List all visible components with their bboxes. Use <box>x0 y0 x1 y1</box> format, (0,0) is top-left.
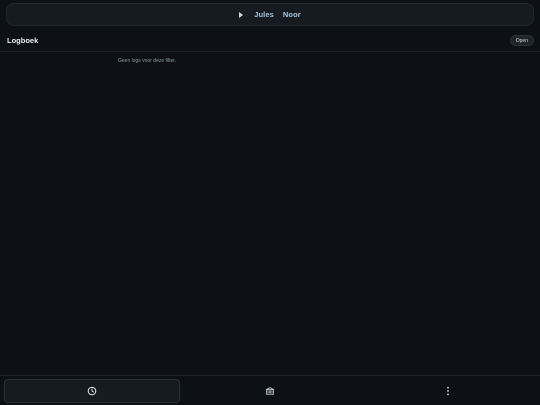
tab-history[interactable] <box>4 379 180 403</box>
play-icon <box>239 11 244 18</box>
app-window: Jules Noor Logboek Open Geen logs voor d… <box>0 0 540 405</box>
player-name-1: Jules <box>254 10 274 19</box>
page-title: Logboek <box>7 36 39 45</box>
tab-bank[interactable] <box>182 379 358 403</box>
open-button[interactable]: Open <box>509 35 534 46</box>
empty-log-message: Geen logs voor deze filter. <box>118 58 177 64</box>
player-name-2: Noor <box>282 10 301 19</box>
tab-more[interactable] <box>360 379 536 403</box>
logbook-header: Logboek Open <box>0 30 540 52</box>
player-banner[interactable]: Jules Noor <box>6 3 534 26</box>
more-vertical-icon <box>447 386 449 396</box>
bank-icon <box>265 387 275 395</box>
bottom-nav <box>0 375 540 405</box>
clock-icon <box>87 386 97 396</box>
